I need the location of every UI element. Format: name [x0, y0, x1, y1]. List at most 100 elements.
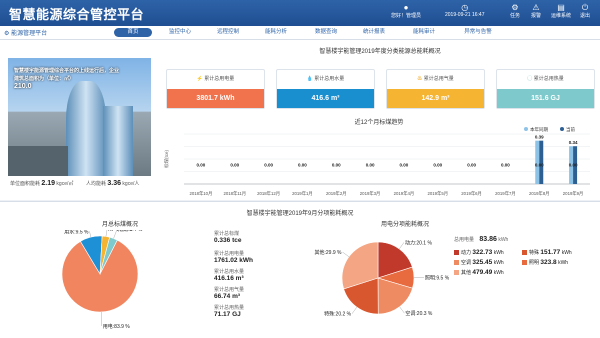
logout-label: 退出 [580, 13, 590, 19]
legend-ac-swatch [454, 260, 459, 265]
card-heat-text: 累计总用热量 [534, 76, 564, 82]
pie-label: 其他:29.9 % [315, 249, 343, 256]
person-energy-unit: kgce/人 [122, 181, 139, 187]
app-header: 智慧能源综合管控平台 ● 您好！管理员 ◷ 2019-09-21 16:47 ⚙… [0, 0, 600, 26]
kv-total-water-value: 416.16 m³ [214, 275, 244, 282]
x-tick-label: 2019年3月 [360, 190, 381, 197]
x-tick-label: 2019年9月 [563, 190, 584, 197]
legend-lighting-label: 照明 [529, 260, 539, 266]
tab-analysis[interactable]: 能耗分析 [258, 28, 294, 37]
person-energy-label: 人均能耗 [86, 181, 106, 187]
kv-total-heat-value: 71.17 GJ [214, 311, 244, 318]
tab-alarm[interactable]: 异常与告警 [456, 28, 500, 37]
total-coal-pie-chart: 用电:83.9 %用水:9.5 %用气:3.2 %用热:3.4 % [40, 230, 190, 337]
pie-leader-line [399, 242, 404, 248]
legend-label[interactable]: 当前 [566, 126, 575, 133]
logout-button[interactable]: ⏻ 退出 [574, 3, 596, 19]
card-water-text: 累计总用水量 [314, 76, 344, 82]
task-button[interactable]: ⚙ 任务 [504, 3, 526, 19]
legend-special-label: 特殊 [529, 250, 539, 256]
bar-data-label: 0.00 [501, 163, 510, 168]
kv-total-gas-value: 66.74 m³ [214, 293, 244, 300]
y-axis-label: 标煤(tce) [163, 149, 170, 168]
x-tick-label: 2019年6月 [461, 190, 482, 197]
area-energy-stat: 单位面积能耗 2.19 kgce/㎡ [10, 180, 73, 187]
monitor-icon: ▤ [550, 3, 572, 12]
legend-ac-value: 325.45 [472, 259, 492, 266]
tab-report[interactable]: 统计报表 [356, 28, 392, 37]
card-water-value: 416.6 m³ [277, 89, 374, 108]
bar-data-label: 0.00 [535, 163, 544, 168]
legend-other-swatch [454, 270, 459, 275]
legend-power-value: 322.73 [472, 249, 492, 256]
tab-remote[interactable]: 远程控制 [210, 28, 246, 37]
tower-shape [66, 81, 106, 176]
nav-brand[interactable]: ⚙ 能源管理平台 [4, 28, 47, 37]
card-electricity: ⚡ 累计总用电量 3801.7 kWh [166, 69, 265, 109]
pie-label: 照明:9.5 % [425, 276, 450, 282]
bar-top-label: 0.39 [535, 135, 544, 140]
pie-label: 空调:20.3 % [405, 310, 433, 317]
x-tick-label: 2019年4月 [394, 190, 415, 197]
legend-power-swatch [454, 250, 459, 255]
tab-query[interactable]: 数据查询 [308, 28, 344, 37]
legend-special-swatch [522, 250, 527, 255]
x-tick-label: 2019年5月 [427, 190, 448, 197]
user-icon: ● [391, 3, 421, 12]
ops-system-button[interactable]: ▤ 运维系统 [550, 3, 572, 19]
nav-brand-label: 能源管理平台 [11, 31, 47, 37]
lightning-icon: ⚡ [197, 76, 203, 82]
tab-home[interactable]: 首页 [114, 28, 152, 37]
legend-power: 动力 322.73 kWh [454, 249, 504, 256]
pie-label: 特殊:20.2 % [324, 311, 352, 318]
pie-leader-line [106, 230, 107, 236]
task-label: 任务 [510, 13, 520, 19]
tab-audit[interactable]: 能耗审计 [406, 28, 442, 37]
x-tick-label: 2019年8月 [529, 190, 550, 197]
x-tick-label: 2019年7月 [495, 190, 516, 197]
overlay-line-2: 建筑总面积为（单位：㎡） [14, 75, 124, 83]
alarm-button[interactable]: ⚠ 报警 [525, 3, 547, 19]
legend-dot [524, 127, 528, 131]
legend-other-unit: kWh [494, 270, 504, 276]
total-electricity-row: 总用电量 83.86 kWh [454, 236, 508, 243]
x-tick-label: 2018年10月 [189, 190, 212, 197]
card-heat-value: 151.6 GJ [497, 89, 594, 108]
tab-monitor[interactable]: 监控中心 [162, 28, 198, 37]
bar-top-label: 0.34 [569, 140, 578, 145]
water-drop-icon: 💧 [307, 76, 313, 82]
pie-label: 动力:20.1 % [405, 239, 433, 246]
overlay-line-1: 智慧楼宇能源管理综合平台的上线运行后，企业 [14, 67, 124, 75]
kv-total-water: 累计总用水量 416.16 m³ [214, 268, 244, 282]
card-electricity-text: 累计总用电量 [204, 76, 234, 82]
bar-data-label: 0.00 [264, 163, 273, 168]
clock-icon: ◷ [445, 3, 484, 12]
bar-data-label: 0.00 [569, 163, 578, 168]
legend-power-label: 动力 [461, 250, 471, 256]
legend-power-unit: kWh [494, 250, 504, 256]
card-gas-value: 142.9 m³ [387, 89, 484, 108]
gas-icon: ♨ [417, 76, 422, 82]
area-energy-value: 2.19 [41, 180, 55, 187]
main-nav: ⚙ 能源管理平台 首页 监控中心 远程控制 能耗分析 数据查询 统计报表 能耗审… [0, 26, 600, 40]
pie-label: 用热:3.4 % [118, 230, 143, 233]
card-electricity-value: 3801.7 kWh [167, 89, 264, 108]
x-tick-label: 2019年1月 [292, 190, 313, 197]
bar-data-label: 0.00 [332, 163, 341, 168]
bar-chart-title: 近12个月标煤趋势 [355, 118, 404, 126]
low-building-shape [8, 146, 68, 176]
area-energy-label: 单位面积能耗 [10, 181, 40, 187]
legend-lighting: 照明 323.8 kWh [522, 259, 568, 266]
clock: ◷ 2019-09-21 16:47 [445, 3, 484, 18]
pie-leader-line [352, 307, 357, 313]
pie-label: 用电:83.9 % [103, 323, 131, 330]
bar-data-label: 0.00 [298, 163, 307, 168]
legend-label[interactable]: 本年同期 [530, 126, 548, 133]
legend-lighting-value: 323.8 [540, 259, 556, 266]
trend-bar-chart: 近12个月标煤趋势标煤(tce)本年同期当前2018年10月0.002018年1… [162, 118, 596, 198]
ops-system-label: 运维系统 [551, 13, 571, 19]
card-gas-text: 累计总用气量 [424, 76, 454, 82]
bar-data-label: 0.00 [366, 163, 375, 168]
pie-leader-line [89, 231, 90, 237]
user-menu[interactable]: ● 您好！管理员 [391, 3, 421, 19]
